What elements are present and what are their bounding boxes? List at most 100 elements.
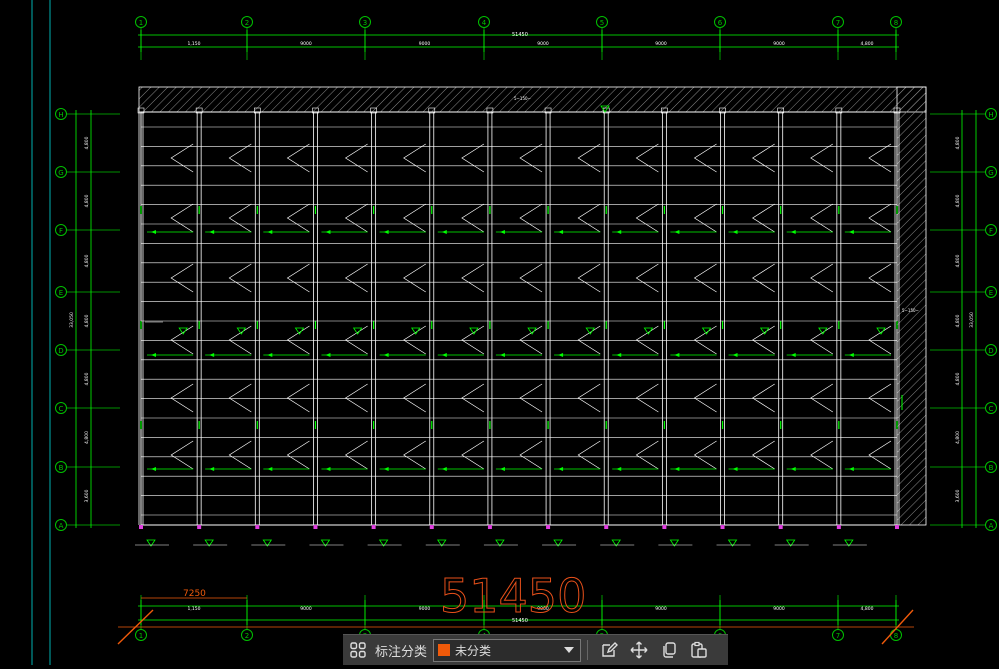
bracing-triangle [461, 263, 485, 293]
top-segment-label: 9000 [419, 41, 431, 47]
bracing-triangle [635, 263, 659, 293]
bracing-triangle [519, 143, 543, 173]
bracing-triangle [519, 263, 543, 293]
category-select[interactable]: 未分类 [433, 638, 582, 662]
bracing-triangle [228, 440, 252, 470]
tie-arrow [674, 353, 680, 357]
bracing-triangle [344, 383, 368, 413]
bracing-triangle [170, 143, 194, 173]
move-icon-svg [630, 641, 648, 659]
cad-drawing[interactable]: 11223344556677881,1509000900090009000900… [0, 0, 999, 665]
row-axis-bubble-right-label: F [989, 227, 993, 235]
annotation-mark [352, 327, 363, 335]
left-row-dim-label: 4,800 [84, 431, 90, 444]
column-axis-bubble-top-label: 6 [718, 19, 723, 27]
column-axis-bubble-top-label: 4 [482, 19, 487, 27]
right-row-dim-label: 4,800 [955, 372, 961, 385]
top-segment-label: 9000 [773, 41, 785, 47]
annotation-mark [818, 327, 828, 335]
row-axis-bubble-left-label: F [59, 227, 63, 235]
bracing-triangle [403, 325, 426, 355]
tie-arrow [790, 230, 796, 234]
right-row-dim-label: 4,800 [955, 254, 961, 267]
joist-foot [836, 525, 841, 529]
move-icon[interactable] [624, 635, 654, 666]
bracing-triangle [519, 383, 543, 413]
bracing-triangle [693, 143, 717, 173]
row-axis-bubble-left-label: D [58, 347, 63, 355]
row-axis-bubble-right-label: A [989, 522, 994, 530]
bracing-triangle [228, 203, 252, 233]
bracing-triangle [519, 325, 543, 355]
tie-arrow [383, 230, 389, 234]
row-axis-bubble-left-label: H [58, 111, 63, 119]
annotation-mark [527, 327, 537, 335]
copy-icon-svg [663, 642, 676, 658]
overall-dimension-bottom: 51450 [512, 618, 528, 624]
drawing-canvas[interactable]: 11223344556677881,1509000900090009000900… [0, 0, 999, 665]
bracing-triangle [752, 383, 775, 413]
bracing-triangle [693, 203, 717, 233]
bracing-triangle [752, 143, 775, 173]
row-axis-bubble-right-label: D [988, 347, 993, 355]
bottom-segment-label: 4,800 [861, 606, 874, 612]
tie-arrow [499, 353, 505, 357]
row-axis-bubble-left-label: C [59, 405, 64, 413]
bracing-triangle [810, 440, 834, 470]
tie-arrow [674, 467, 680, 471]
bracing-triangle [403, 203, 426, 233]
tie-arrow [616, 353, 622, 357]
annotation-mark [643, 327, 654, 335]
grid-icon[interactable] [343, 635, 373, 666]
bracing-triangle [461, 440, 485, 470]
right-row-dim-label: 4,800 [955, 194, 961, 207]
plan-outline [140, 111, 898, 526]
joist-foot [139, 525, 143, 529]
annotation-toolbar: 标注分类 未分类 [343, 634, 728, 665]
bracing-triangle [868, 203, 892, 233]
right-note: 5∼150∼ [902, 308, 919, 313]
bracing-triangle [170, 263, 194, 293]
bracing-triangle [344, 325, 368, 355]
tie-arrow [267, 353, 273, 357]
tie-arrow [441, 353, 447, 357]
bracing-triangle [170, 440, 194, 470]
tie-arrow [848, 230, 854, 234]
right-overall-dim: 33,050 [969, 312, 975, 328]
bottom-segment-label: 9000 [300, 606, 312, 612]
row-axis-bubble-right-label: H [988, 111, 993, 119]
bracing-triangle [344, 203, 368, 233]
left-overall-dim: 33,050 [69, 312, 75, 328]
column-axis-bubble-top-label: 1 [139, 19, 143, 27]
edit-icon[interactable] [594, 635, 624, 666]
bracing-triangle [752, 325, 775, 355]
tie-arrow [499, 467, 505, 471]
annotation-mark [759, 327, 770, 335]
paste-icon[interactable] [684, 635, 714, 666]
edit-icon-svg [602, 642, 619, 657]
bracing-triangle [577, 263, 601, 293]
bracing-triangle [577, 203, 601, 233]
bracing-triangle [286, 383, 310, 413]
tie-arrow [209, 467, 215, 471]
bracing-triangle [228, 383, 252, 413]
bracing-triangle [810, 263, 834, 293]
copy-icon[interactable] [654, 635, 684, 666]
column-axis-bubble-top-label: 7 [836, 19, 840, 27]
tie-arrow [209, 230, 215, 234]
top-note: 5∼150∼ [514, 96, 531, 101]
bracing-triangle [635, 203, 659, 233]
chevron-down-icon [564, 647, 575, 653]
bracing-triangle [635, 440, 659, 470]
annotation-mark [701, 327, 712, 335]
category-color-swatch [438, 644, 451, 656]
bracing-triangle [344, 440, 368, 470]
tie-arrow [325, 467, 331, 471]
bracing-triangle [228, 325, 252, 355]
column-axis-bubble-top-label: 5 [600, 19, 604, 27]
left-row-dim-label: 3,600 [84, 489, 90, 502]
tie-arrow [383, 467, 389, 471]
bracing-triangle [868, 383, 892, 413]
bracing-triangle [693, 440, 717, 470]
column-axis-bubble-bottom-label: 8 [894, 632, 898, 640]
